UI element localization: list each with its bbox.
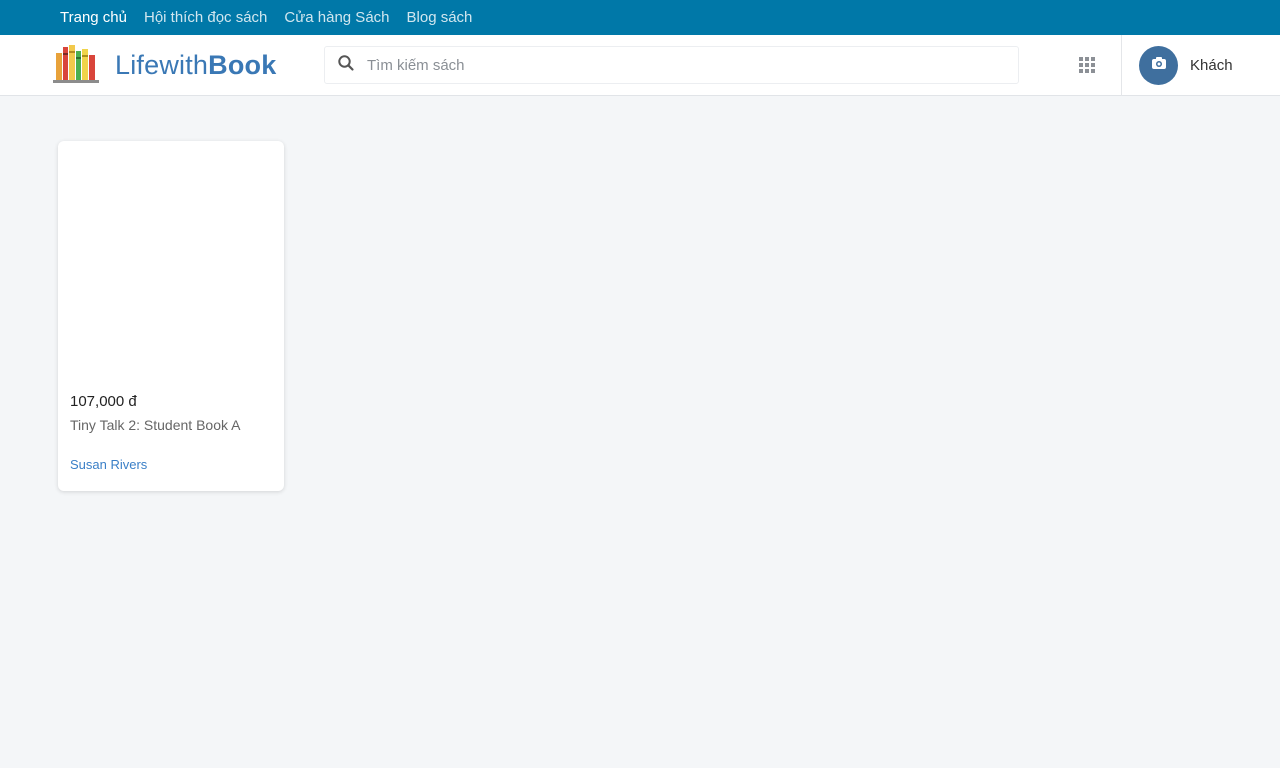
search-bar: [324, 46, 1019, 84]
site-logo[interactable]: LifewithBook: [51, 43, 276, 88]
logo-text-light: Lifewith: [115, 49, 209, 80]
site-header: LifewithBook Tìm kiếm sách Khách: [0, 35, 1280, 96]
user-menu[interactable]: Khách: [1139, 46, 1233, 85]
logo-text-bold: Book: [208, 49, 277, 80]
nav-link-book-blog[interactable]: Blog sách: [407, 0, 473, 35]
header-divider: [1121, 35, 1122, 96]
user-name: Khách: [1190, 57, 1233, 74]
bookshelf-icon: [51, 43, 101, 88]
search-icon: [337, 54, 355, 77]
product-price: 107,000 đ: [70, 393, 137, 410]
product-card[interactable]: 107,000 đ Tiny Talk 2: Student Book A Su…: [58, 141, 284, 491]
product-title[interactable]: Tiny Talk 2: Student Book A: [70, 417, 240, 433]
apps-grid-icon[interactable]: [1077, 55, 1097, 75]
product-author-link[interactable]: Susan Rivers: [70, 457, 147, 472]
search-input[interactable]: [367, 56, 987, 74]
book-cover-image[interactable]: [58, 141, 284, 381]
camera-icon: [1151, 56, 1167, 75]
avatar[interactable]: [1139, 46, 1178, 85]
nav-link-book-store[interactable]: Cửa hàng Sách: [284, 0, 389, 35]
logo-text: LifewithBook: [115, 50, 276, 81]
nav-link-reading-club[interactable]: Hội thích đọc sách: [144, 0, 267, 35]
nav-link-home[interactable]: Trang chủ: [60, 0, 127, 35]
top-navigation-bar: Trang chủ Hội thích đọc sách Cửa hàng Sá…: [0, 0, 1280, 35]
